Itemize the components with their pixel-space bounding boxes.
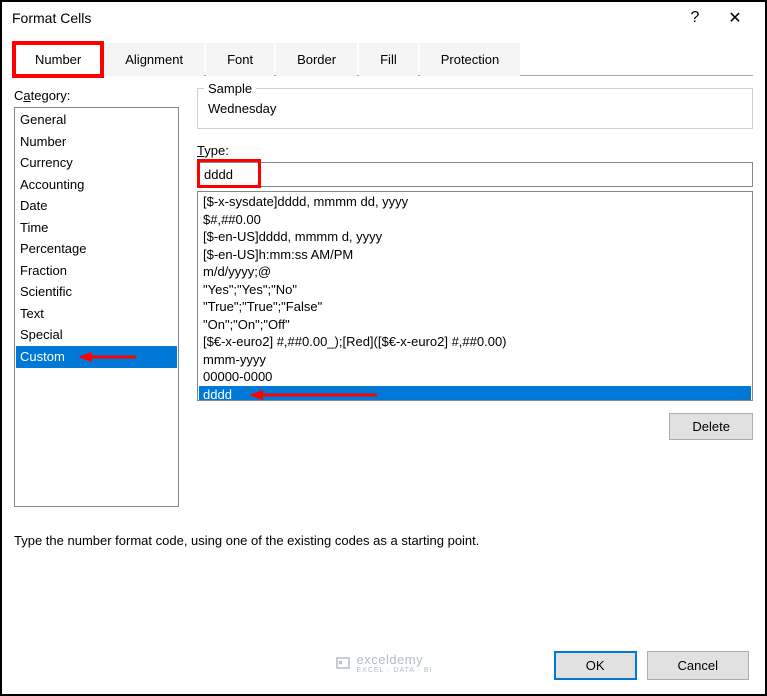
tab-strip: Number Alignment Font Border Fill Protec…	[14, 42, 753, 76]
category-item-time[interactable]: Time	[16, 217, 177, 239]
tab-border[interactable]: Border	[276, 43, 357, 76]
close-button[interactable]: ✕	[715, 2, 755, 34]
category-item-number[interactable]: Number	[16, 131, 177, 153]
category-item-custom[interactable]: Custom	[16, 346, 177, 368]
format-option[interactable]: "True";"True";"False"	[199, 298, 751, 316]
sample-group: Sample Wednesday	[197, 88, 753, 129]
titlebar: Format Cells ? ✕	[2, 2, 765, 34]
category-item-special[interactable]: Special	[16, 324, 177, 346]
format-option[interactable]: "Yes";"Yes";"No"	[199, 281, 751, 299]
type-input[interactable]	[197, 162, 753, 187]
format-option[interactable]: m/d/yyyy;@	[199, 263, 751, 281]
format-option[interactable]: [$€-x-euro2] #,##0.00_);[Red]([$€-x-euro…	[199, 333, 751, 351]
format-option-selected[interactable]: dddd	[199, 386, 751, 401]
delete-button[interactable]: Delete	[669, 413, 753, 440]
watermark-icon	[335, 654, 353, 672]
category-item-general[interactable]: General	[16, 109, 177, 131]
format-option[interactable]: 00000-0000	[199, 368, 751, 386]
category-item-percentage[interactable]: Percentage	[16, 238, 177, 260]
watermark-logo: exceldemy EXCEL · DATA · BI	[335, 652, 433, 674]
cancel-button[interactable]: Cancel	[647, 651, 749, 680]
tab-fill[interactable]: Fill	[359, 43, 418, 76]
dialog-buttons: OK Cancel	[554, 651, 749, 680]
tab-protection[interactable]: Protection	[420, 43, 521, 76]
category-item-accounting[interactable]: Accounting	[16, 174, 177, 196]
category-item-text[interactable]: Text	[16, 303, 177, 325]
delete-row: Delete	[197, 413, 753, 440]
ok-button[interactable]: OK	[554, 651, 637, 680]
left-column: Category: General Number Currency Accoun…	[14, 88, 179, 507]
format-option[interactable]: $#,##0.00	[199, 211, 751, 229]
format-option[interactable]: mmm-yyyy	[199, 351, 751, 369]
category-item-scientific[interactable]: Scientific	[16, 281, 177, 303]
category-item-currency[interactable]: Currency	[16, 152, 177, 174]
format-option[interactable]: [$-en-US]h:mm:ss AM/PM	[199, 246, 751, 264]
format-option[interactable]: [$-en-US]dddd, mmmm d, yyyy	[199, 228, 751, 246]
right-column: Sample Wednesday Type: [$-x-sysdate]dddd…	[197, 88, 753, 507]
tab-number[interactable]: Number	[14, 43, 102, 76]
sample-value: Wednesday	[208, 97, 742, 116]
arrow-annotation-icon	[249, 388, 379, 401]
type-input-wrap	[197, 162, 753, 191]
category-item-date[interactable]: Date	[16, 195, 177, 217]
category-item-fraction[interactable]: Fraction	[16, 260, 177, 282]
tab-alignment[interactable]: Alignment	[104, 43, 204, 76]
format-option[interactable]: [$-x-sysdate]dddd, mmmm dd, yyyy	[199, 193, 751, 211]
arrow-annotation-icon	[78, 350, 138, 364]
tab-font[interactable]: Font	[206, 43, 274, 76]
category-listbox[interactable]: General Number Currency Accounting Date …	[14, 107, 179, 507]
type-label: Type:	[197, 143, 753, 158]
help-text: Type the number format code, using one o…	[14, 533, 753, 548]
formats-listbox[interactable]: [$-x-sysdate]dddd, mmmm dd, yyyy $#,##0.…	[197, 191, 753, 401]
format-option[interactable]: "On";"On";"Off"	[199, 316, 751, 334]
help-button[interactable]: ?	[675, 2, 715, 34]
body-area: Category: General Number Currency Accoun…	[2, 76, 765, 519]
sample-label: Sample	[204, 81, 256, 96]
category-label: Category:	[14, 88, 179, 103]
dialog-title: Format Cells	[12, 10, 675, 26]
